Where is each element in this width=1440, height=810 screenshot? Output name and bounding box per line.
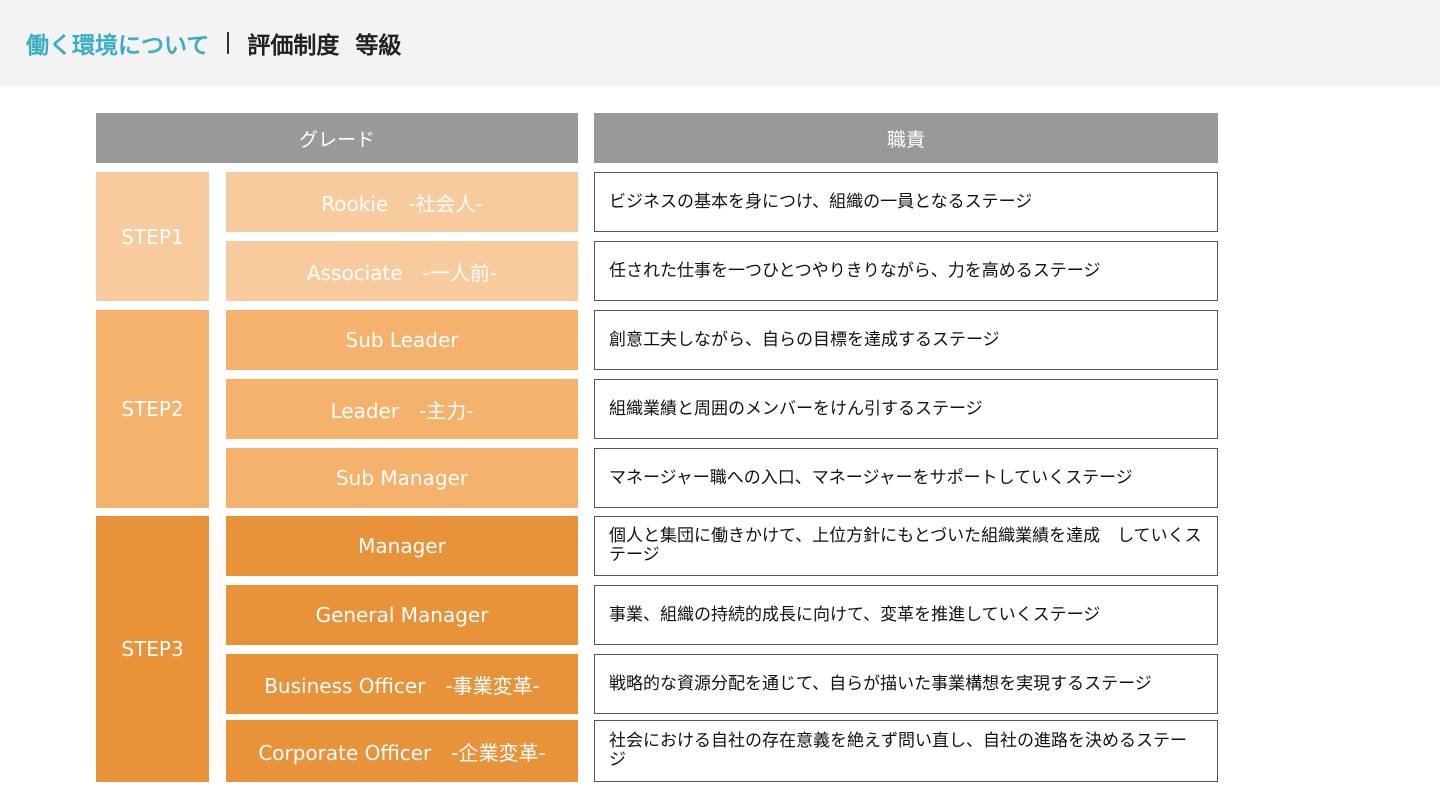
grade-cell-sub-manager: Sub Manager — [226, 448, 578, 508]
grade-cell-manager: Manager — [226, 516, 578, 576]
duty-cell-general-manager: 事業、組織の持続的成長に向けて、変革を推進していくステージ — [594, 585, 1218, 645]
grade-cell-rookie: Rookie -社会人- — [226, 172, 578, 232]
header-section-link[interactable]: 働く環境について — [26, 26, 209, 60]
page-header: 働く環境について 評価制度 等級 — [0, 0, 1440, 86]
header-separator — [227, 32, 230, 54]
step3-label: STEP3 — [96, 516, 209, 782]
duty-column-header: 職責 — [594, 113, 1218, 163]
grade-cell-sub-leader: Sub Leader — [226, 310, 578, 370]
page-title: 評価制度 — [247, 33, 340, 59]
duty-cell-manager: 個人と集団に働きかけて、上位方針にもとづいた組織業績を達成 していくステージ — [594, 516, 1218, 576]
grade-cell-leader: Leader -主力- — [226, 379, 578, 439]
step1-label: STEP1 — [96, 172, 209, 301]
duty-cell-sub-manager: マネージャー職への入口、マネージャーをサポートしていくステージ — [594, 448, 1218, 508]
grade-cell-business-officer: Business Officer -事業変革- — [226, 654, 578, 714]
grade-column-header: グレード — [96, 113, 578, 163]
grade-cell-corporate-officer: Corporate Officer -企業変革- — [226, 720, 578, 782]
duty-cell-corporate-officer: 社会における自社の存在意義を絶えず問い直し、自社の進路を決めるステージ — [594, 720, 1218, 782]
header-breadcrumb: 働く環境について 評価制度 等級 — [26, 26, 401, 60]
grade-cell-associate: Associate -一人前- — [226, 241, 578, 301]
duty-cell-rookie: ビジネスの基本を身につけ、組織の一員となるステージ — [594, 172, 1218, 232]
duty-cell-sub-leader: 創意工夫しながら、自らの目標を達成するステージ — [594, 310, 1218, 370]
duty-cell-associate: 任された仕事を一つひとつやりきりながら、力を高めるステージ — [594, 241, 1218, 301]
grade-cell-general-manager: General Manager — [226, 585, 578, 645]
page-subtitle: 等級 — [355, 33, 402, 59]
duty-cell-leader: 組織業績と周囲のメンバーをけん引するステージ — [594, 379, 1218, 439]
duty-cell-business-officer: 戦略的な資源分配を通じて、自らが描いた事業構想を実現するステージ — [594, 654, 1218, 714]
step2-label: STEP2 — [96, 310, 209, 508]
